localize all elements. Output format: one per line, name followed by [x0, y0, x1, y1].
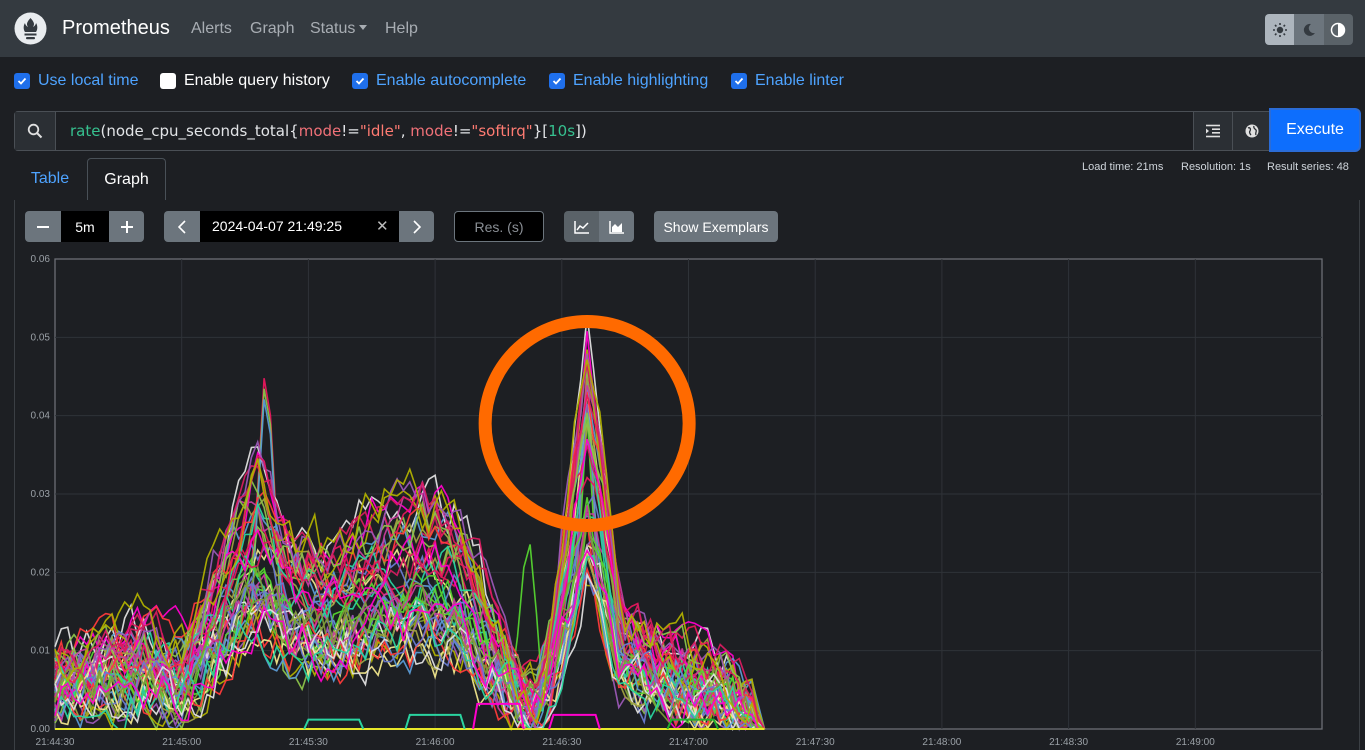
line-chart-icon: [573, 220, 589, 234]
cpu-rate-chart: 0.00 0.01 0.02 0.03 0.04 0.05 0.06 21:44:30 21:4…: [31, 254, 1323, 748]
nav-status[interactable]: Status: [310, 20, 368, 38]
y-tick-label: 0.03: [31, 489, 51, 500]
query-string: "softirq": [471, 122, 533, 140]
query-operator: !=: [341, 122, 360, 140]
nav-help[interactable]: Help: [385, 20, 418, 38]
nav-status-label: Status: [310, 20, 356, 37]
show-exemplars-button[interactable]: Show Exemplars: [654, 211, 778, 242]
area-chart-icon: [608, 220, 624, 234]
option-label: Enable query history: [184, 72, 330, 89]
query-label: mode: [410, 122, 453, 140]
x-tick-label: 21:49:00: [1176, 737, 1215, 748]
theme-light-button[interactable]: [1265, 14, 1295, 45]
series-line: [548, 713, 601, 730]
option-enable-linter[interactable]: Enable linter: [731, 72, 844, 90]
time-back-button[interactable]: [164, 211, 200, 242]
x-tick-label: 21:45:00: [162, 737, 201, 748]
checkbox-checked-icon[interactable]: [14, 73, 30, 89]
option-enable-query-history[interactable]: Enable query history: [160, 72, 330, 90]
metrics-explorer-button[interactable]: [1232, 112, 1271, 150]
query-bracket: ]): [575, 122, 587, 140]
option-label: Enable autocomplete: [376, 72, 527, 89]
end-time-value: 2024-04-07 21:49:25: [212, 218, 342, 234]
x-tick-label: 21:48:30: [1049, 737, 1088, 748]
brand-title[interactable]: Prometheus: [62, 17, 170, 40]
search-button[interactable]: [15, 112, 56, 150]
query-label: mode: [298, 122, 342, 140]
query-input[interactable]: rate(node_cpu_seconds_total{mode!="idle"…: [70, 122, 587, 140]
x-tick-label: 21:44:30: [36, 737, 75, 748]
plus-icon: [120, 220, 133, 233]
checkbox-checked-icon[interactable]: [352, 73, 368, 89]
range-increase-button[interactable]: [109, 211, 144, 242]
x-tick-label: 21:47:00: [669, 737, 708, 748]
x-tick-label: 21:46:00: [416, 737, 455, 748]
option-enable-autocomplete[interactable]: Enable autocomplete: [352, 72, 526, 90]
query-duration: 10s: [548, 122, 576, 140]
query-function: rate: [70, 122, 101, 140]
nav-graph[interactable]: Graph: [250, 20, 294, 38]
checkbox-checked-icon[interactable]: [549, 73, 565, 89]
option-label: Use local time: [38, 72, 139, 89]
query-bar: rate(node_cpu_seconds_total{mode!="idle"…: [14, 110, 1360, 151]
series-line: [303, 718, 365, 730]
caret-down-icon: [359, 25, 368, 30]
navbar: Prometheus Alerts Graph Status Help: [0, 0, 1365, 57]
prometheus-logo-icon[interactable]: [14, 12, 47, 45]
nav-alerts[interactable]: Alerts: [191, 20, 232, 38]
execute-button[interactable]: Execute: [1271, 110, 1359, 150]
query-metric: node_cpu_seconds_total: [106, 122, 290, 140]
x-tick-label: 21:47:30: [796, 737, 835, 748]
stacked-chart-mode-button[interactable]: [599, 211, 634, 242]
theme-auto-button[interactable]: [1323, 14, 1353, 45]
moon-icon: [1303, 23, 1315, 36]
format-query-button[interactable]: [1193, 112, 1232, 150]
theme-switcher: [1265, 14, 1353, 45]
sun-icon: [1272, 22, 1287, 37]
option-label: Enable highlighting: [573, 72, 709, 89]
contrast-icon: [1331, 22, 1346, 37]
range-input[interactable]: 5m: [61, 211, 109, 242]
resolution-input[interactable]: Res. (s): [454, 211, 544, 242]
query-brace: }: [532, 122, 543, 140]
theme-dark-button[interactable]: [1294, 14, 1324, 45]
x-tick-label: 21:48:00: [922, 737, 961, 748]
y-tick-label: 0.00: [31, 724, 51, 735]
minus-icon: [37, 225, 49, 228]
chevron-left-icon: [178, 219, 186, 234]
x-tick-label: 21:45:30: [289, 737, 328, 748]
result-series-stat: Result series: 48: [1267, 161, 1349, 173]
option-label: Enable linter: [755, 72, 844, 89]
option-enable-highlighting[interactable]: Enable highlighting: [549, 72, 708, 90]
time-forward-button[interactable]: [399, 211, 434, 242]
query-operator: !=: [452, 122, 472, 140]
option-use-local-time[interactable]: Use local time: [14, 72, 138, 90]
y-tick-label: 0.06: [31, 254, 51, 265]
globe-icon: [1245, 124, 1259, 138]
range-decrease-button[interactable]: [25, 211, 61, 242]
checkbox-unchecked-icon[interactable]: [160, 73, 176, 89]
load-time-stat: Load time: 21ms: [1082, 161, 1164, 173]
resolution-stat: Resolution: 1s: [1181, 161, 1251, 173]
x-tick-label: 21:46:30: [542, 737, 581, 748]
line-chart-mode-button[interactable]: [564, 211, 599, 242]
y-tick-label: 0.04: [31, 411, 51, 422]
clear-icon[interactable]: ✕: [376, 217, 389, 235]
query-brace: {: [289, 122, 299, 140]
tab-graph[interactable]: Graph: [87, 158, 166, 200]
query-comma: ,: [400, 122, 411, 140]
y-tick-label: 0.01: [31, 646, 51, 657]
tab-table[interactable]: Table: [14, 158, 86, 199]
indent-icon: [1206, 124, 1220, 138]
y-tick-label: 0.02: [31, 567, 51, 578]
search-icon: [27, 123, 43, 139]
checkbox-checked-icon[interactable]: [731, 73, 747, 89]
query-string: "idle": [359, 122, 401, 140]
chevron-right-icon: [412, 219, 421, 234]
y-tick-label: 0.05: [31, 332, 51, 343]
end-time-input[interactable]: 2024-04-07 21:49:25 ✕: [200, 211, 399, 242]
